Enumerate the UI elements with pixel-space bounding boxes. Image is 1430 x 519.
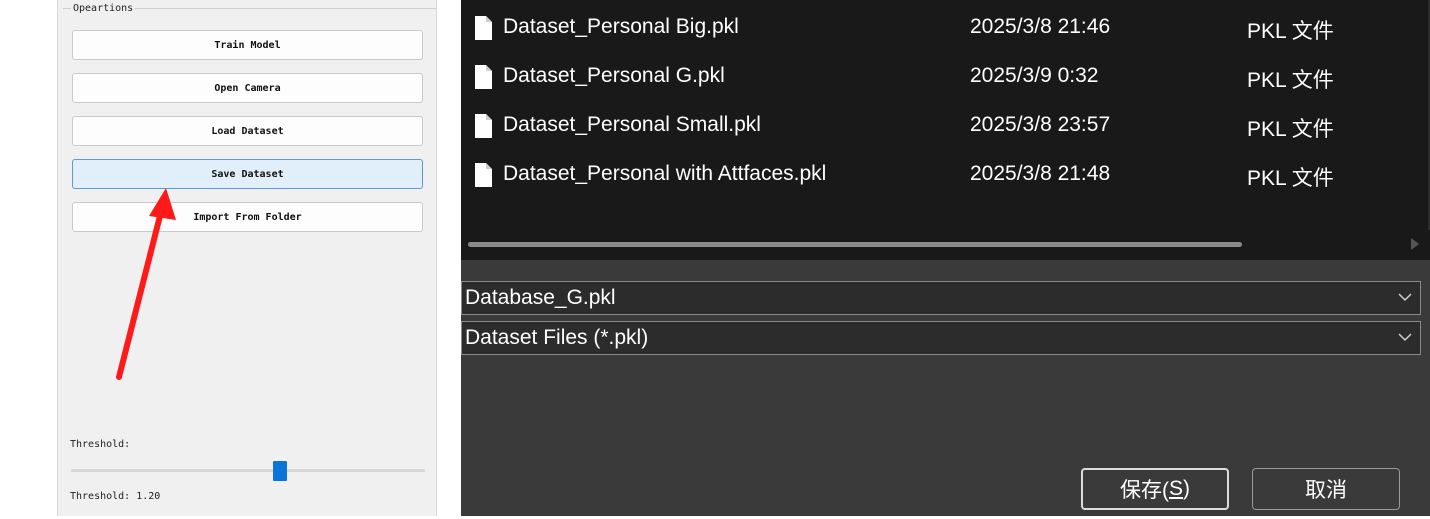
train-model-button[interactable]: Train Model bbox=[72, 30, 423, 60]
group-title: Opeartions bbox=[71, 3, 136, 14]
open-camera-button[interactable]: Open Camera bbox=[72, 73, 423, 103]
cancel-button[interactable]: 取消 bbox=[1252, 468, 1400, 510]
file-name: Dataset_Personal Small.pkl bbox=[503, 113, 761, 136]
filetype-value: Dataset Files (*.pkl) bbox=[465, 326, 649, 349]
file-row[interactable]: Dataset_Personal G.pkl 2025/3/9 0:32 PKL… bbox=[461, 56, 1430, 100]
horizontal-scrollbar-thumb[interactable] bbox=[468, 242, 1242, 247]
file-icon bbox=[475, 16, 492, 40]
file-date: 2025/3/8 21:46 bbox=[970, 15, 1111, 38]
file-list: Dataset_Personal Big.pkl 2025/3/8 21:46 … bbox=[461, 0, 1430, 260]
load-dataset-button[interactable]: Load Dataset bbox=[72, 116, 423, 146]
red-arrow-annotation bbox=[116, 188, 176, 380]
save-label-key: S bbox=[1168, 477, 1183, 500]
file-icon bbox=[475, 163, 492, 187]
file-icon bbox=[475, 65, 492, 89]
chevron-down-icon[interactable] bbox=[1398, 330, 1412, 344]
file-name: Dataset_Personal with Attfaces.pkl bbox=[503, 162, 827, 185]
save-button[interactable]: 保存(S) bbox=[1081, 468, 1229, 510]
threshold-slider-handle[interactable] bbox=[273, 461, 287, 481]
filetype-combobox[interactable]: Dataset Files (*.pkl) bbox=[461, 321, 1421, 355]
filename-value: Database_G.pkl bbox=[465, 286, 616, 309]
file-row[interactable]: Dataset_Personal Small.pkl 2025/3/8 23:5… bbox=[461, 105, 1430, 149]
file-type: PKL 文件 bbox=[1247, 69, 1334, 92]
save-label-main: 保存( bbox=[1119, 479, 1169, 502]
save-file-dialog: Dataset_Personal Big.pkl 2025/3/8 21:46 … bbox=[461, 0, 1430, 516]
file-name: Dataset_Personal Big.pkl bbox=[503, 15, 739, 38]
chevron-down-icon[interactable] bbox=[1398, 290, 1412, 304]
file-name: Dataset_Personal G.pkl bbox=[503, 64, 725, 87]
file-type: PKL 文件 bbox=[1247, 167, 1334, 190]
threshold-slider-track[interactable] bbox=[71, 469, 425, 472]
file-type: PKL 文件 bbox=[1247, 118, 1334, 141]
scroll-right-arrow-icon[interactable] bbox=[1411, 238, 1419, 250]
file-date: 2025/3/8 23:57 bbox=[970, 113, 1111, 136]
filename-combobox[interactable]: Database_G.pkl bbox=[461, 281, 1421, 315]
file-date: 2025/3/9 0:32 bbox=[970, 64, 1099, 87]
save-label-end: ) bbox=[1183, 477, 1190, 500]
file-icon bbox=[475, 114, 492, 138]
threshold-label: Threshold: bbox=[70, 439, 131, 450]
threshold-value-text: Threshold: 1.20 bbox=[70, 491, 161, 502]
file-row[interactable]: Dataset_Personal Big.pkl 2025/3/8 21:46 … bbox=[461, 7, 1430, 51]
file-type: PKL 文件 bbox=[1247, 20, 1334, 43]
file-date: 2025/3/8 21:48 bbox=[970, 162, 1111, 185]
file-row[interactable]: Dataset_Personal with Attfaces.pkl 2025/… bbox=[461, 154, 1430, 198]
